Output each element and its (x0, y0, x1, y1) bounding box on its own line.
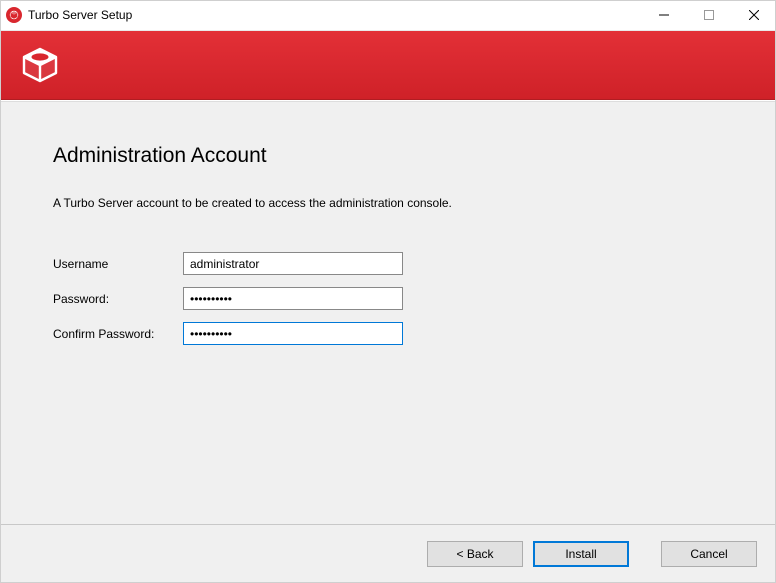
cancel-button[interactable]: Cancel (661, 541, 757, 567)
app-icon (6, 7, 22, 23)
maximize-button (686, 0, 731, 30)
window-controls (641, 0, 776, 30)
confirm-password-row: Confirm Password: (53, 322, 725, 345)
window-title: Turbo Server Setup (28, 8, 132, 22)
username-input[interactable] (183, 252, 403, 275)
logo-icon (18, 43, 62, 87)
close-button[interactable] (731, 0, 776, 30)
page-heading: Administration Account (53, 144, 725, 168)
username-row: Username (53, 252, 725, 275)
page-subtext: A Turbo Server account to be created to … (53, 196, 725, 210)
username-label: Username (53, 257, 183, 271)
banner (0, 30, 776, 100)
password-row: Password: (53, 287, 725, 310)
password-input[interactable] (183, 287, 403, 310)
footer: < Back Install Cancel (1, 524, 775, 582)
confirm-password-input[interactable] (183, 322, 403, 345)
install-button[interactable]: Install (533, 541, 629, 567)
back-button[interactable]: < Back (427, 541, 523, 567)
password-label: Password: (53, 292, 183, 306)
minimize-button[interactable] (641, 0, 686, 30)
content-area: Administration Account A Turbo Server ac… (1, 101, 775, 582)
confirm-password-label: Confirm Password: (53, 327, 183, 341)
titlebar: Turbo Server Setup (0, 0, 776, 30)
